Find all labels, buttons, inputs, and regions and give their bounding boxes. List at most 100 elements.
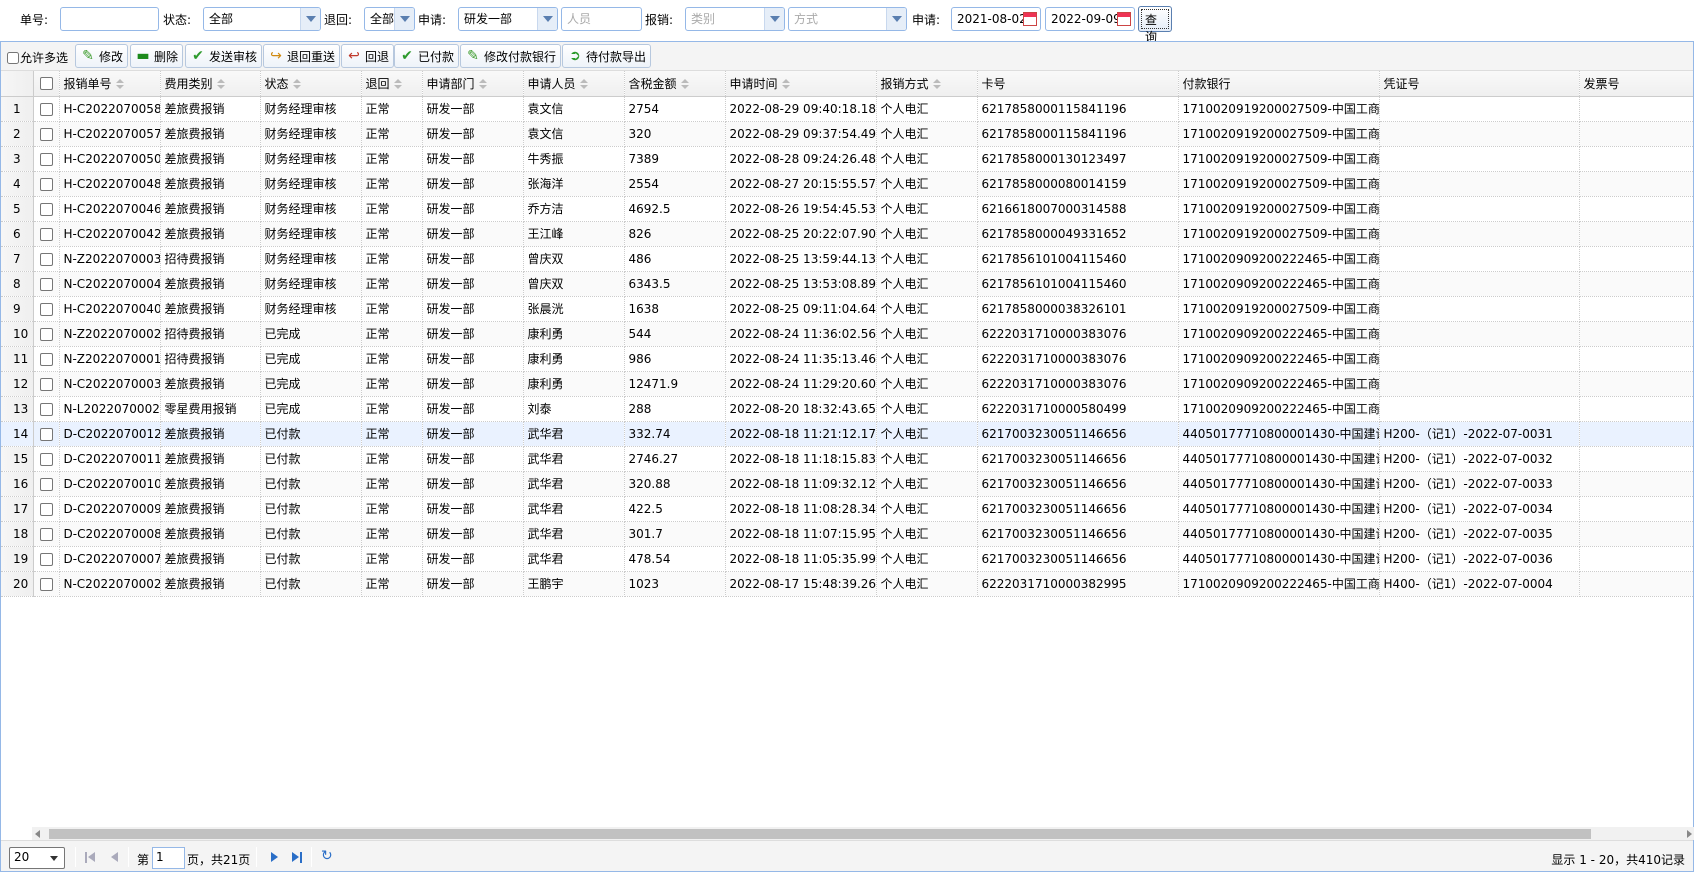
row-select-cell[interactable]	[33, 96, 60, 122]
person-input[interactable]: 人员	[561, 7, 642, 31]
col-header-bank[interactable]: 付款银行	[1178, 71, 1380, 97]
row-checkbox[interactable]	[39, 427, 53, 441]
table-row[interactable]: 9 H-C2022070040 差旅费报销 财务经理审核 正常 研发一部 张晨洸 1638 20…	[1, 296, 1693, 322]
row-select-cell[interactable]	[33, 421, 60, 447]
export-pending-button[interactable]: ➲ 待付款导出	[562, 44, 652, 68]
date-to-input[interactable]: 2022-09-09	[1045, 7, 1135, 31]
last-page-icon[interactable]	[291, 852, 303, 864]
method-select[interactable]: 方式	[788, 7, 907, 31]
row-checkbox[interactable]	[39, 402, 53, 416]
table-row[interactable]: 8 N-C2022070004 差旅费报销 财务经理审核 正常 研发一部 曾庆双 6343.5…	[1, 271, 1693, 297]
row-select-cell[interactable]	[33, 471, 60, 497]
row-select-cell[interactable]	[33, 396, 60, 422]
row-checkbox[interactable]	[39, 352, 53, 366]
returned-select[interactable]: 全部	[364, 7, 415, 31]
select-all-checkbox[interactable]	[39, 77, 53, 91]
row-select-cell[interactable]	[33, 246, 60, 272]
row-select-cell[interactable]	[33, 171, 60, 197]
prev-page-icon[interactable]	[109, 852, 121, 864]
select-all-header[interactable]	[33, 71, 60, 97]
row-checkbox[interactable]	[39, 127, 53, 141]
row-checkbox[interactable]	[39, 577, 53, 591]
row-select-cell[interactable]	[33, 271, 60, 297]
col-header-invoice[interactable]: 发票号	[1579, 71, 1693, 97]
table-row[interactable]: 10 N-Z2022070002 招待费报销 已完成 正常 研发一部 康利勇 544 2022-…	[1, 321, 1693, 347]
row-select-cell[interactable]	[33, 546, 60, 572]
apply-dept-select[interactable]: 研发一部	[458, 7, 558, 31]
calendar-icon[interactable]	[1117, 12, 1131, 26]
row-checkbox[interactable]	[39, 477, 53, 491]
row-checkbox[interactable]	[39, 252, 53, 266]
table-row[interactable]: 16 D-C2022070010 差旅费报销 已付款 正常 研发一部 武华君 320.88 20…	[1, 471, 1693, 497]
multi-select-toggle[interactable]: 允许多选	[7, 49, 68, 66]
status-select[interactable]: 全部	[203, 7, 321, 31]
row-checkbox[interactable]	[39, 527, 53, 541]
multi-select-checkbox[interactable]	[7, 52, 19, 64]
row-checkbox[interactable]	[39, 552, 53, 566]
row-select-cell[interactable]	[33, 346, 60, 372]
horizontal-scrollbar[interactable]	[32, 827, 1694, 840]
category-select[interactable]: 类别	[685, 7, 785, 31]
row-select-cell[interactable]	[33, 321, 60, 347]
row-select-cell[interactable]	[33, 121, 60, 147]
table-row[interactable]: 6 H-C2022070042 差旅费报销 财务经理审核 正常 研发一部 王江峰 826 202…	[1, 221, 1693, 247]
first-page-icon[interactable]	[85, 852, 97, 864]
table-row[interactable]: 11 N-Z2022070001 招待费报销 已完成 正常 研发一部 康利勇 986 2022-…	[1, 346, 1693, 372]
table-row[interactable]: 17 D-C2022070009 差旅费报销 已付款 正常 研发一部 武华君 422.5 202…	[1, 496, 1693, 522]
edit-button[interactable]: ✎ 修改	[75, 44, 129, 68]
col-header-card[interactable]: 卡号	[977, 71, 1179, 97]
col-header-no[interactable]: 报销单号	[59, 71, 161, 97]
row-select-cell[interactable]	[33, 146, 60, 172]
col-header-status[interactable]: 状态	[260, 71, 362, 97]
row-select-cell[interactable]	[33, 221, 60, 247]
row-select-cell[interactable]	[33, 296, 60, 322]
row-select-cell[interactable]	[33, 521, 60, 547]
order-no-input[interactable]	[60, 7, 159, 31]
col-header-method[interactable]: 报销方式	[876, 71, 978, 97]
table-row[interactable]: 5 H-C2022070046 差旅费报销 财务经理审核 正常 研发一部 乔方洁 4692.5…	[1, 196, 1693, 222]
edit-pay-bank-button[interactable]: ✎ 修改付款银行	[460, 44, 562, 68]
col-header-dept[interactable]: 申请部门	[422, 71, 524, 97]
page-number-input[interactable]: 1	[152, 847, 185, 869]
table-row[interactable]: 12 N-C2022070003 差旅费报销 已完成 正常 研发一部 康利勇 12471.9 2…	[1, 371, 1693, 397]
row-select-cell[interactable]	[33, 196, 60, 222]
table-row[interactable]: 4 H-C2022070048 差旅费报销 财务经理审核 正常 研发一部 张海洋 2554 20…	[1, 171, 1693, 197]
row-checkbox[interactable]	[39, 327, 53, 341]
next-page-icon[interactable]	[269, 852, 281, 864]
refresh-icon[interactable]: ↻	[321, 849, 333, 863]
date-from-input[interactable]: 2021-08-02	[951, 7, 1041, 31]
send-review-button[interactable]: ✔ 发送审核	[185, 44, 263, 68]
row-checkbox[interactable]	[39, 377, 53, 391]
scroll-left-icon[interactable]	[35, 830, 40, 838]
table-row[interactable]: 7 N-Z2022070003 招待费报销 财务经理审核 正常 研发一部 曾庆双 486 202…	[1, 246, 1693, 272]
row-select-cell[interactable]	[33, 446, 60, 472]
row-checkbox[interactable]	[39, 102, 53, 116]
col-header-person[interactable]: 申请人员	[523, 71, 625, 97]
table-row[interactable]: 13 N-L2022070002 零星费用报销 已完成 正常 研发一部 刘泰 288 2022-…	[1, 396, 1693, 422]
col-header-time[interactable]: 申请时间	[725, 71, 877, 97]
table-row[interactable]: 2 H-C2022070057 差旅费报销 财务经理审核 正常 研发一部 袁文信 320 202…	[1, 121, 1693, 147]
delete-button[interactable]: ▬ 删除	[130, 44, 184, 68]
query-button[interactable]: 查询	[1138, 6, 1172, 44]
row-select-cell[interactable]	[33, 496, 60, 522]
table-row[interactable]: 3 H-C2022070050 差旅费报销 财务经理审核 正常 研发一部 牛秀振 7389 20…	[1, 146, 1693, 172]
col-header-amount[interactable]: 含税金额	[624, 71, 726, 97]
paid-button[interactable]: ✔ 已付款	[394, 44, 460, 68]
row-checkbox[interactable]	[39, 452, 53, 466]
rollback-button[interactable]: ↩ 回退	[341, 44, 395, 68]
calendar-icon[interactable]	[1023, 12, 1037, 26]
row-checkbox[interactable]	[39, 502, 53, 516]
row-select-cell[interactable]	[33, 371, 60, 397]
table-row[interactable]: 19 D-C2022070007 差旅费报销 已付款 正常 研发一部 武华君 478.54 20…	[1, 546, 1693, 572]
return-resend-button[interactable]: ↪ 退回重送	[263, 44, 341, 68]
row-checkbox[interactable]	[39, 227, 53, 241]
table-row[interactable]: 1 H-C2022070058 差旅费报销 财务经理审核 正常 研发一部 袁文信 2754 20…	[1, 96, 1693, 122]
row-checkbox[interactable]	[39, 302, 53, 316]
row-checkbox[interactable]	[39, 202, 53, 216]
table-row[interactable]: 14 D-C2022070012 差旅费报销 已付款 正常 研发一部 武华君 332.74 20…	[1, 421, 1693, 447]
col-header-voucher[interactable]: 凭证号	[1379, 71, 1580, 97]
table-row[interactable]: 18 D-C2022070008 差旅费报销 已付款 正常 研发一部 武华君 301.7 202…	[1, 521, 1693, 547]
page-size-select[interactable]: 20	[9, 847, 65, 869]
row-checkbox[interactable]	[39, 177, 53, 191]
scroll-right-icon[interactable]	[1687, 830, 1692, 838]
